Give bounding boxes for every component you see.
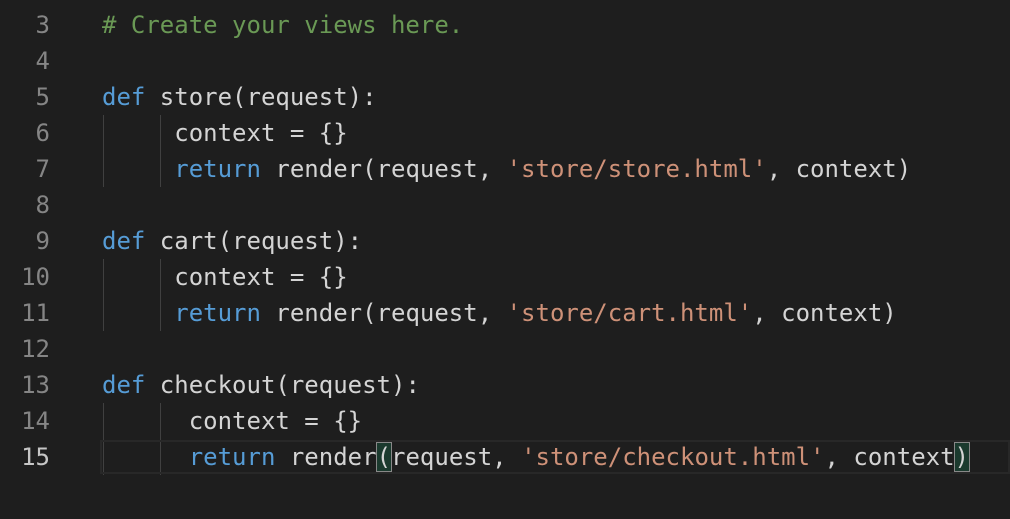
- keyword-token: def: [102, 227, 146, 255]
- line-number: 6: [35, 119, 50, 147]
- code-line[interactable]: 3 # Create your views here.: [0, 7, 1010, 43]
- matched-bracket: (: [375, 442, 393, 472]
- code-text[interactable]: return render(request, 'store/store.html…: [102, 151, 911, 187]
- code-line[interactable]: 4: [0, 43, 1010, 79]
- line-number: 8: [35, 191, 50, 219]
- code-line[interactable]: 7 return render(request, 'store/store.ht…: [0, 151, 1010, 187]
- code-token: request,: [391, 443, 522, 471]
- code-token: render: [275, 443, 377, 471]
- line-number: 5: [35, 83, 50, 111]
- keyword-token: def: [102, 83, 146, 111]
- keyword-token: return: [174, 299, 261, 327]
- code-text[interactable]: context = {}: [102, 259, 348, 295]
- line-number: 12: [21, 335, 50, 363]
- keyword-token: return: [188, 443, 276, 471]
- code-text[interactable]: return render(request, 'store/cart.html'…: [102, 295, 897, 331]
- code-token: context = {}: [102, 407, 363, 435]
- line-number: 9: [35, 227, 50, 255]
- code-text[interactable]: def store(request):: [102, 79, 377, 115]
- code-token: context = {}: [102, 119, 348, 147]
- line-number: 11: [21, 299, 50, 327]
- code-token: , context: [824, 443, 955, 471]
- keyword-token: def: [102, 371, 146, 399]
- code-line[interactable]: 13 def checkout(request):: [0, 367, 1010, 403]
- code-token: store(request):: [145, 83, 377, 111]
- line-number: 7: [35, 155, 50, 183]
- comment-token: # Create your views here.: [102, 11, 464, 39]
- keyword-token: return: [174, 155, 261, 183]
- code-text[interactable]: context = {}: [102, 115, 348, 151]
- code-editor[interactable]: 3 # Create your views here. 4 5 def store(re…: [0, 7, 1010, 519]
- code-line[interactable]: 11 return render(request, 'store/cart.ht…: [0, 295, 1010, 331]
- line-number: 3: [35, 11, 50, 39]
- code-line[interactable]: 8: [0, 187, 1010, 223]
- code-token: , context): [766, 155, 912, 183]
- line-number: 4: [35, 47, 50, 75]
- code-line[interactable]: 12: [0, 331, 1010, 367]
- line-number: 14: [21, 407, 50, 435]
- code-token: render(request,: [260, 155, 507, 183]
- matched-bracket: ): [953, 442, 971, 472]
- code-line[interactable]: 10 context = {}: [0, 259, 1010, 295]
- code-token: cart(request):: [145, 227, 363, 255]
- code-text[interactable]: context = {}: [102, 403, 362, 439]
- string-token: 'store/checkout.html': [521, 443, 825, 471]
- line-number: 13: [21, 371, 50, 399]
- code-line[interactable]: 6 context = {}: [0, 115, 1010, 151]
- code-token: render(request,: [260, 299, 507, 327]
- code-line[interactable]: 15 return render(request, 'store/checkou…: [0, 439, 1010, 475]
- code-line[interactable]: 5 def store(request):: [0, 79, 1010, 115]
- code-line[interactable]: 9 def cart(request):: [0, 223, 1010, 259]
- code-token: context = {}: [102, 263, 348, 291]
- code-token: checkout(request):: [145, 371, 420, 399]
- line-number: 10: [21, 263, 50, 291]
- code-text[interactable]: return render(request, 'store/checkout.h…: [102, 439, 971, 475]
- code-text[interactable]: def cart(request):: [102, 223, 362, 259]
- line-number: 15: [21, 443, 50, 471]
- string-token: 'store/cart.html': [506, 299, 753, 327]
- code-text[interactable]: # Create your views here.: [102, 7, 463, 43]
- code-token: , context): [752, 299, 897, 327]
- string-token: 'store/store.html': [506, 155, 767, 183]
- code-line[interactable]: 14 context = {}: [0, 403, 1010, 439]
- code-text[interactable]: def checkout(request):: [102, 367, 420, 403]
